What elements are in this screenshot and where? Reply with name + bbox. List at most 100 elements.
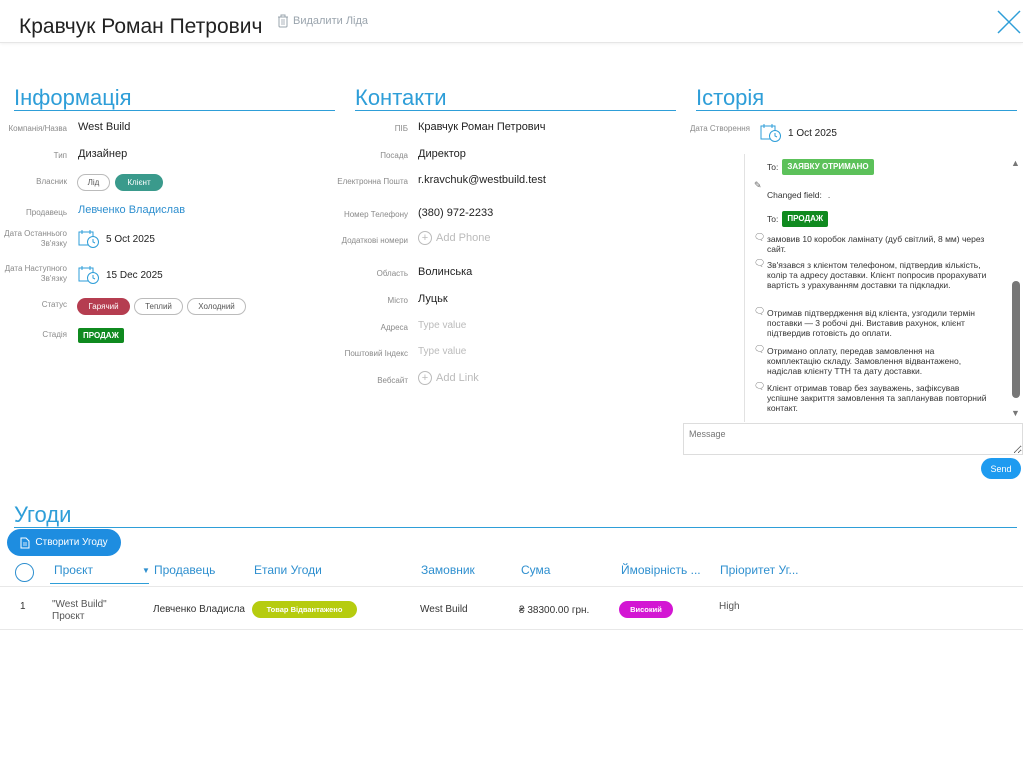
company-value[interactable]: West Build [78,121,130,133]
status-label: Статус [41,300,67,309]
row-probability-badge: Високий [619,601,673,618]
zip-label: Поштовий Індекс [344,349,408,358]
history-stage-change: To: ПРОДАЖ [767,211,987,227]
scroll-down-icon[interactable]: ▼ [1011,408,1020,418]
row-stage-badge: Товар Відвантажено [252,601,357,618]
status-option-warm[interactable]: Теплий [134,298,183,315]
history-section-title: Історія [696,85,765,110]
row-priority: High [719,601,740,612]
plus-icon: + [418,371,432,385]
scroll-thumb[interactable] [1012,281,1020,398]
last-contact-value: 5 Oct 2025 [106,233,155,245]
comment-icon: 🗨 [754,306,766,316]
company-label: Компанія/Назва [8,124,67,133]
column-seller[interactable]: Продавець [154,563,215,577]
row-seller[interactable]: Левченко Владисла [153,604,249,615]
next-contact-label: Дата Наступного Зв'язку [4,264,67,283]
column-project[interactable]: Проєкт [54,563,93,577]
email-value[interactable]: r.kravchuk@westbuild.test [418,174,546,186]
phone-label: Номер Телефону [343,210,408,219]
trash-icon [278,14,288,28]
add-link-label: Add Link [436,372,479,384]
send-button[interactable]: Send [981,458,1021,479]
next-contact-date[interactable]: 15 Dec 2025 [78,265,163,285]
seller-link[interactable]: Левченко Владислав [78,204,185,216]
created-date-label: Дата Створення [689,124,750,133]
column-project-underline [50,583,149,584]
close-icon[interactable] [996,9,1022,35]
status-option-hot[interactable]: Гарячий [77,298,130,315]
owner-option-lead[interactable]: Лід [77,174,110,191]
history-feed[interactable]: To: ЗАЯВКУ ОТРИМАНО ✎ Changed field: . T… [744,154,1010,422]
deals-section-title: Угоди [14,502,72,527]
row-customer[interactable]: West Build [420,604,468,615]
last-contact-label: Дата Останнього Зв'язку [4,229,67,248]
zip-field[interactable]: Type value [418,346,466,357]
column-stage[interactable]: Етапи Угоди [254,563,322,577]
table-header-divider [0,586,1023,587]
add-link-button[interactable]: + Add Link [418,371,479,385]
row-project-name[interactable]: "West Build" [52,599,107,610]
history-comment: Отримав підтвердження від клієнта, узгод… [767,308,975,338]
region-value[interactable]: Волинська [418,266,472,278]
add-phone-button[interactable]: + Add Phone [418,231,490,245]
add-phone-label: Add Phone [436,232,491,244]
pencil-icon: ✎ [754,180,762,190]
delete-lead-button[interactable]: Видалити Ліда [277,14,368,28]
history-section-divider [696,110,1017,111]
deals-section-divider [14,527,1017,528]
column-priority[interactable]: Пріоритет Уг... [720,563,798,577]
owner-option-client[interactable]: Клієнт [115,174,163,191]
fullname-label: ПІБ [394,124,408,133]
history-status-change: To: ЗАЯВКУ ОТРИМАНО [767,159,987,175]
history-comment: Зв'язався з клієнтом телефоном, підтверд… [767,260,987,290]
column-customer[interactable]: Замовник [421,563,475,577]
info-section-title: Інформація [14,85,132,110]
calendar-clock-icon [78,266,99,284]
create-deal-button[interactable]: Створити Угоду [7,529,121,556]
website-label: Вебсайт [377,376,408,385]
scroll-up-icon[interactable]: ▲ [1011,158,1020,168]
info-section-divider [14,110,335,111]
top-bar: Кравчук Роман Петрович Видалити Ліда [0,0,1023,43]
address-field[interactable]: Type value [418,320,466,331]
row-project-type: Проєкт [52,611,85,622]
type-label: Тип [53,151,67,160]
seller-label: Продавець [26,208,67,217]
email-label: Електронна Пошта [337,177,408,186]
type-value[interactable]: Дизайнер [78,148,127,160]
select-all-checkbox[interactable] [15,563,34,582]
status-option-cold[interactable]: Холодний [187,298,246,315]
phone-value[interactable]: (380) 972-2233 [418,207,493,219]
city-value[interactable]: Луцьк [418,293,448,305]
history-comment: замовив 10 коробок ламінату (дуб світлий… [767,234,985,254]
created-date-value: 1 Oct 2025 [788,127,837,139]
history-scrollbar[interactable]: ▲ ▼ [1010,154,1023,422]
next-contact-value: 15 Dec 2025 [106,269,163,281]
history-comment: Клієнт отримав товар без зауважень, зафі… [767,383,987,413]
region-label: Область [376,269,408,278]
created-date: 1 Oct 2025 [760,123,837,143]
fullname-value[interactable]: Кравчук Роман Петрович [418,121,546,133]
changed-field-value: . [827,190,831,200]
position-value[interactable]: Директор [418,148,466,160]
contacts-section-divider [355,110,676,111]
stage-tag[interactable]: ПРОДАЖ [78,328,124,343]
row-amount: ₴ 38300.00 грн. [519,605,590,616]
city-label: Місто [387,296,408,305]
column-amount[interactable]: Сума [521,563,550,577]
last-contact-date[interactable]: 5 Oct 2025 [78,229,155,249]
document-icon [20,537,30,548]
sale-tag: ПРОДАЖ [782,211,829,227]
received-tag: ЗАЯВКУ ОТРИМАНО [782,159,874,175]
comment-icon: 🗨 [754,344,766,354]
plus-icon: + [418,231,432,245]
column-probability[interactable]: Ймовірність ... [621,563,701,577]
contacts-section-title: Контакти [355,85,447,110]
table-row-divider [0,629,1023,630]
stage-label: Стадія [42,330,67,339]
message-input[interactable] [683,423,1023,455]
history-field-change: Changed field: . [767,190,987,200]
sort-down-icon[interactable]: ▼ [142,566,150,575]
calendar-clock-icon [78,230,99,248]
